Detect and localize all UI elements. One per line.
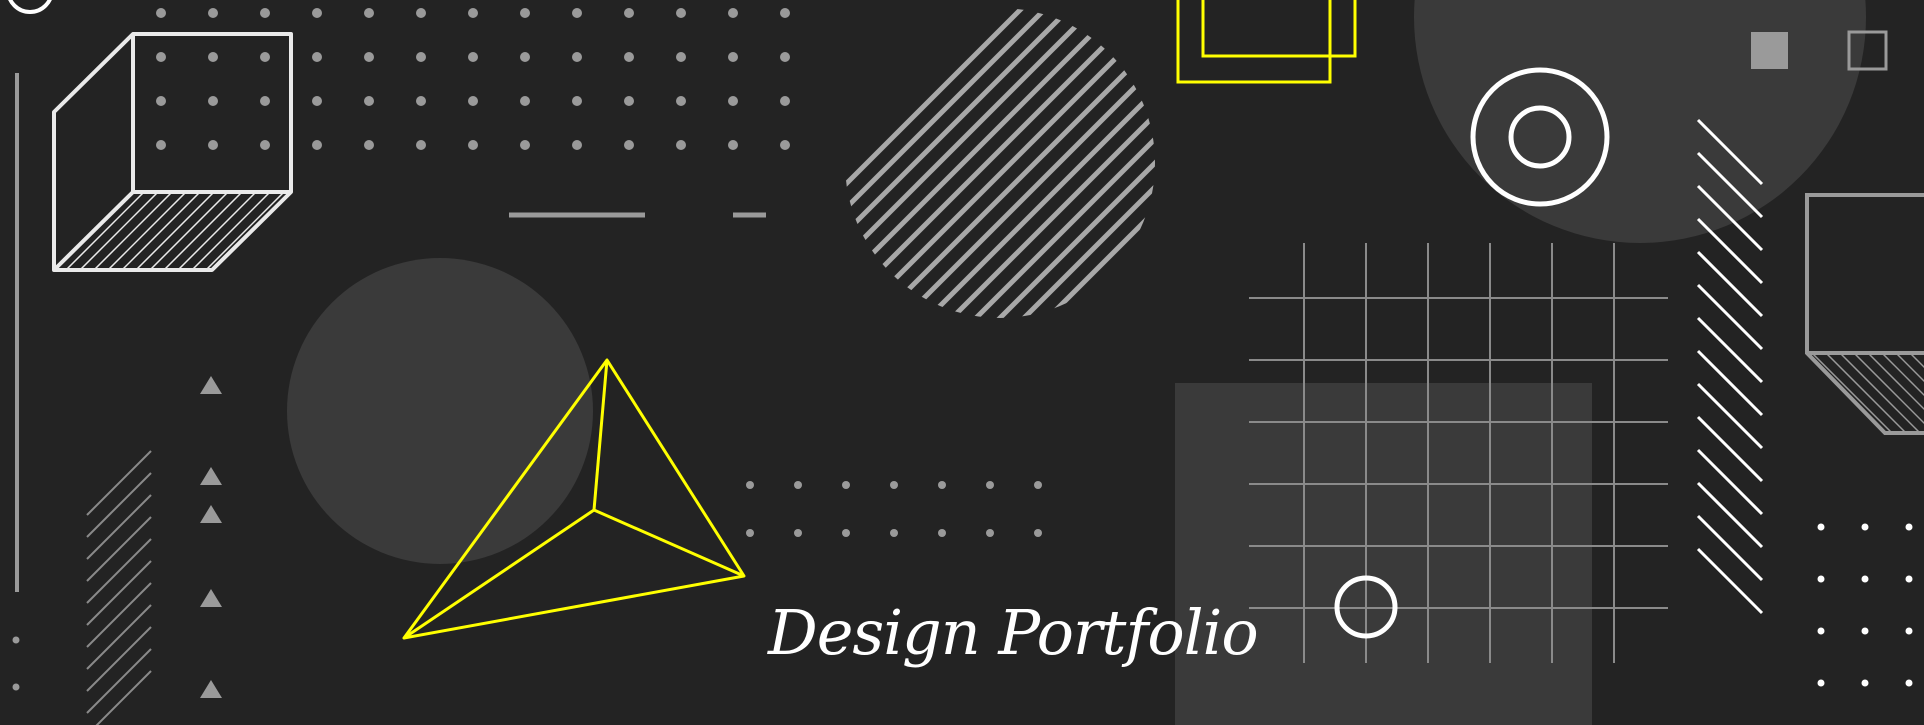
filled-square-icon <box>1751 32 1788 69</box>
page-title: Design Portfolio <box>768 596 1259 669</box>
dark-circle-left <box>287 258 593 564</box>
dark-square-bottom <box>1175 383 1592 725</box>
